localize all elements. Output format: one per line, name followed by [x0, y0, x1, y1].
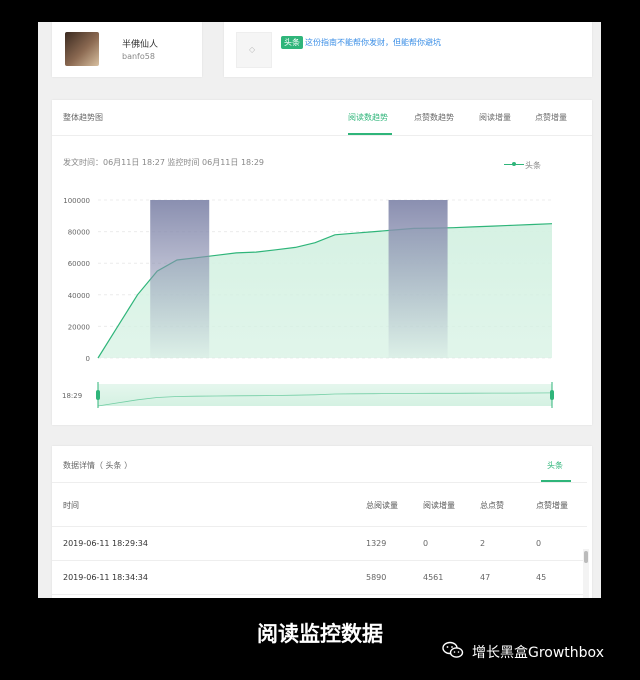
avatar: [65, 32, 99, 66]
trend-chart: 100000 80000 60000 40000 20000 0 18:29: [62, 197, 554, 408]
screenshot-panel: 半佛仙人 banfo58 ◇ 头条 这份指南不能帮你发财，但能帮你避坑 整体趋势…: [38, 22, 601, 598]
y-tick-label: 40000: [68, 292, 90, 300]
article-title-link[interactable]: 这份指南不能帮你发财，但能帮你避坑: [305, 37, 441, 48]
table-cell: 47: [480, 573, 491, 582]
y-tick-label: 100000: [63, 197, 90, 205]
navigator-handle-grip: [550, 390, 554, 400]
table-cell: 0: [536, 539, 542, 548]
author-id: banfo58: [122, 52, 155, 61]
y-tick-label: 80000: [68, 229, 90, 237]
divider: [52, 482, 587, 483]
article-thumbnail: ◇: [236, 32, 272, 68]
table-cell: 4561: [423, 573, 444, 582]
y-tick-label: 0: [86, 355, 90, 363]
divider: [52, 560, 587, 561]
table-cell: 2019-06-11 18:34:34: [63, 573, 148, 582]
author-name: 半佛仙人: [122, 40, 159, 50]
y-tick-label: 60000: [68, 260, 90, 268]
table-cell: 2: [480, 539, 486, 548]
col-total-reads: 总阅读量: [366, 501, 398, 510]
col-total-likes: 总点赞: [480, 501, 504, 510]
table-cell: 1329: [366, 539, 387, 548]
thumbnail-glyph-icon: ◇: [249, 45, 256, 54]
y-tick-label: 20000: [68, 323, 90, 331]
highlight-band: [150, 200, 210, 358]
brand-name: 增长黑盒Growthbox: [472, 645, 604, 661]
author-card[interactable]: 半佛仙人 banfo58: [52, 22, 202, 77]
col-read-increment: 阅读增量: [423, 501, 455, 510]
details-card: 数据详情（ 头条 ） 头条 时间 总阅读量 阅读增量 总点赞 点赞增量 2019…: [52, 446, 592, 598]
divider: [52, 594, 587, 595]
table-cell: 45: [536, 573, 547, 582]
details-title: 数据详情（ 头条 ）: [63, 461, 133, 470]
col-time: 时间: [63, 501, 79, 510]
table-cell: 2019-06-11 18:29:34: [63, 539, 148, 548]
trend-card: 整体趋势图 阅读数趋势 点赞数趋势 阅读增量 点赞增量 发文时间：06月11日 …: [52, 100, 592, 425]
highlight-band: [388, 200, 448, 358]
scrollbar-thumb[interactable]: [584, 551, 588, 563]
article-card[interactable]: ◇ 头条 这份指南不能帮你发财，但能帮你避坑: [224, 22, 592, 77]
table-cell: 5890: [366, 573, 387, 582]
divider: [52, 526, 587, 527]
navigator-start-label: 18:29: [62, 392, 82, 400]
platform-badge: 头条: [281, 36, 303, 49]
zoom-navigator: [98, 384, 552, 406]
table-cell: 0: [423, 539, 429, 548]
navigator-handle-grip: [96, 390, 100, 400]
col-like-increment: 点赞增量: [536, 501, 568, 510]
tab-toutiao[interactable]: 头条: [547, 460, 563, 471]
wechat-icon: [442, 641, 464, 658]
